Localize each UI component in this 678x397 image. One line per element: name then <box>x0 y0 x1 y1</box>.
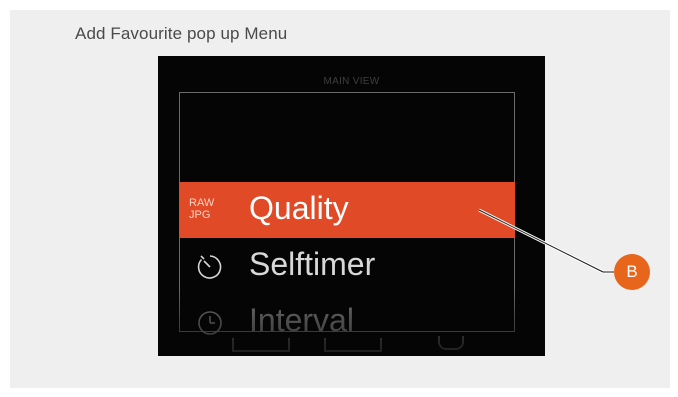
menu-item-label: Selftimer <box>249 246 376 282</box>
raw-jpg-icon-line-1: RAW <box>189 197 215 209</box>
main-view-label: MAIN VIEW <box>323 76 380 87</box>
figure-caption: Add Favourite pop up Menu <box>75 24 288 43</box>
menu-item-label: Interval <box>249 302 354 338</box>
menu-item-quality[interactable]: RAW JPG Quality <box>179 182 515 238</box>
callout-badge: B <box>614 254 650 290</box>
raw-jpg-icon-line-2: JPG <box>189 209 211 221</box>
raw-jpg-icon: RAW JPG <box>189 197 223 221</box>
interval-clock-icon <box>198 311 222 335</box>
menu-item-label: Quality <box>249 190 349 226</box>
menu-item-interval[interactable]: Interval <box>179 294 515 350</box>
camera-screen: MAIN VIEW RAW JPG Quality Selftimer Inte… <box>158 56 545 356</box>
menu-item-selftimer[interactable]: Selftimer <box>179 238 515 294</box>
selftimer-icon <box>197 255 222 279</box>
